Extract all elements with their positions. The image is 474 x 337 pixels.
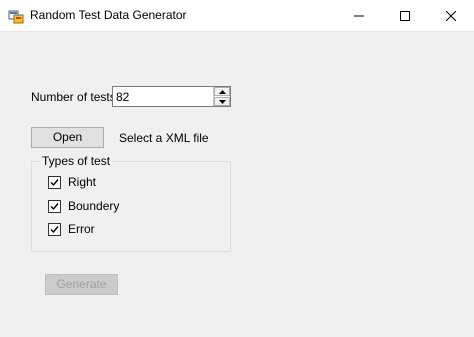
chevron-up-icon [218, 89, 226, 94]
close-button[interactable] [428, 0, 474, 31]
minimize-button[interactable] [336, 0, 382, 31]
title-bar: Random Test Data Generator [0, 0, 474, 32]
checkbox-right-label[interactable]: Right [68, 175, 96, 189]
spin-down-button[interactable] [214, 97, 230, 106]
number-of-tests-stepper[interactable]: 82 [112, 86, 231, 107]
close-icon [446, 10, 456, 21]
maximize-icon [400, 10, 410, 21]
number-of-tests-value[interactable]: 82 [116, 90, 129, 104]
types-of-test-label: Types of test [39, 154, 114, 168]
checkbox-error-box[interactable] [48, 223, 61, 236]
app-icon [8, 8, 24, 24]
minimize-icon [354, 15, 364, 16]
checkbox-boundery-box[interactable] [48, 200, 61, 213]
open-button[interactable]: Open [31, 127, 104, 148]
number-of-tests-label: Number of tests [31, 90, 116, 104]
checkbox-right-box[interactable] [48, 176, 61, 189]
maximize-button[interactable] [382, 0, 428, 31]
spin-up-button[interactable] [214, 87, 230, 96]
checkbox-error-label[interactable]: Error [68, 222, 95, 236]
checkmark-icon [50, 179, 59, 187]
spin-buttons [213, 87, 230, 106]
window-title: Random Test Data Generator [30, 8, 187, 22]
file-hint-label: Select a XML file [119, 131, 209, 145]
types-of-test-group [31, 161, 231, 252]
chevron-down-icon [218, 99, 226, 104]
checkmark-icon [50, 226, 59, 234]
checkmark-icon [50, 203, 59, 211]
generate-button[interactable]: Generate [45, 274, 118, 295]
checkbox-boundery-label[interactable]: Boundery [68, 199, 119, 213]
